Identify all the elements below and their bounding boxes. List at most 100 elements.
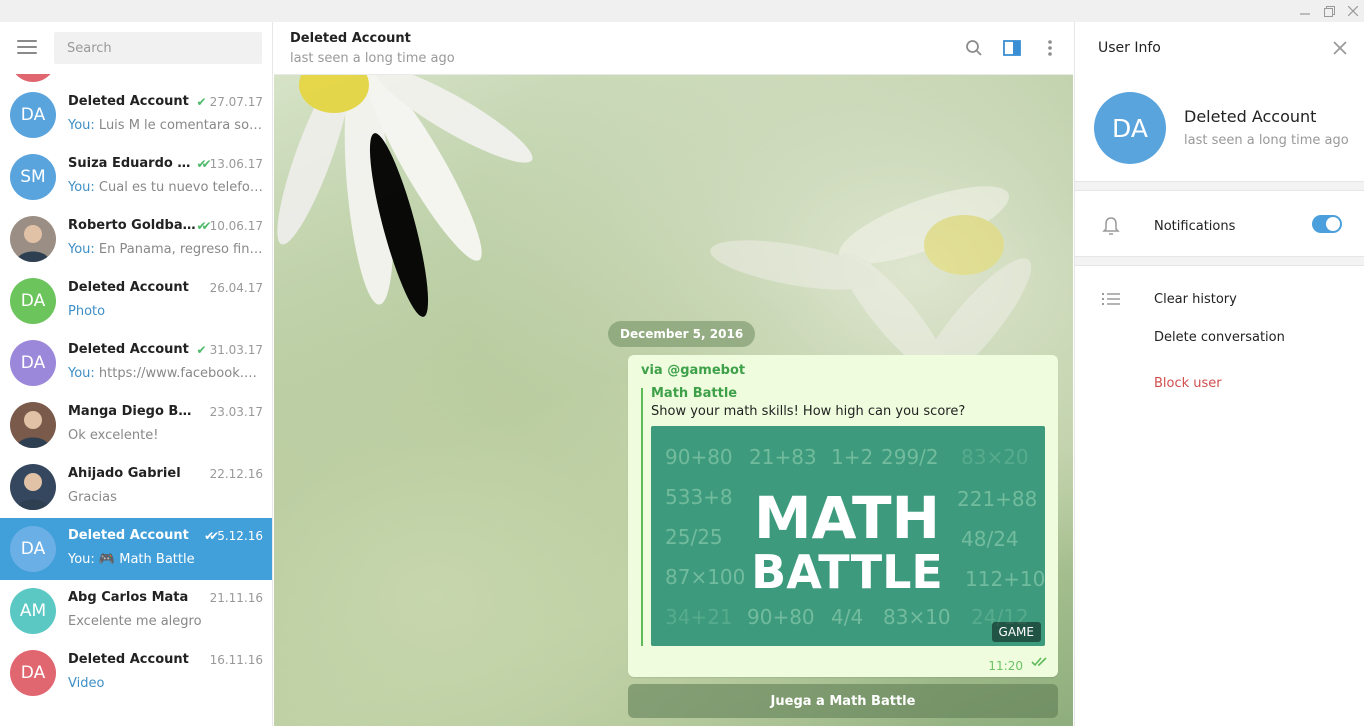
search-icon[interactable] xyxy=(962,36,986,60)
chat-preview: Gracias xyxy=(68,490,264,505)
block-user-button[interactable]: Block user xyxy=(1154,376,1222,391)
svg-text:MATH: MATH xyxy=(754,484,940,552)
double-check-icon xyxy=(1031,656,1049,671)
double-check-icon: ✔✔ xyxy=(204,529,219,543)
chat-date-text: 5.12.16 xyxy=(217,529,263,543)
chat-preview: Video xyxy=(68,676,264,691)
game-preview-image[interactable]: 90+80 21+83 1+2 299/2 83×20 533+8 221+88 25/2… xyxy=(651,426,1045,646)
close-icon[interactable] xyxy=(1340,0,1364,22)
notifications-toggle[interactable] xyxy=(1312,215,1342,233)
panel-title: User Info xyxy=(1098,40,1161,56)
chat-list-item[interactable]: DA Deleted Account ✔ 31.03.17 You: https://w… xyxy=(0,332,272,394)
check-icon: ✔ xyxy=(196,343,207,357)
avatar: DA xyxy=(10,92,56,138)
chat-preview-text: Luis M le comentara sobre... xyxy=(94,118,264,133)
section-divider xyxy=(1075,256,1364,266)
chat-name: Deleted Account xyxy=(68,280,189,295)
sidebar-toggle-icon[interactable] xyxy=(1000,36,1024,60)
chat-name: Abg Carlos Mata xyxy=(68,590,189,605)
chat-list-item[interactable]: Ahijado Gabriel 22.12.16 Gracias xyxy=(0,456,272,518)
chat-header: Deleted Account last seen a long time ag… xyxy=(274,22,1073,75)
minimize-icon[interactable] xyxy=(1292,0,1318,22)
inline-play-game-button[interactable]: Juega a Math Battle xyxy=(628,684,1058,718)
chat-area: Deleted Account last seen a long time ag… xyxy=(274,22,1073,726)
chat-list-item[interactable]: SM Suiza Eduardo M... ✔✔ 13.06.17 You: Cual … xyxy=(0,146,272,208)
chat-preview: Photo xyxy=(68,304,264,319)
chat-date-text: 22.12.16 xyxy=(209,467,263,481)
chat-date: 23.03.17 xyxy=(210,405,263,419)
chat-date-text: 31.03.17 xyxy=(209,343,263,357)
avatar xyxy=(10,74,56,82)
via-bot-label[interactable]: via @gamebot xyxy=(641,363,745,378)
notifications-label[interactable]: Notifications xyxy=(1154,219,1235,234)
svg-text:BATTLE: BATTLE xyxy=(751,545,943,599)
chat-list-item[interactable]: DA Deleted Account ✔ 27.07.17 You: Luis M le… xyxy=(0,84,272,146)
chat-list-item[interactable]: DA Deleted Account 16.11.16 Video xyxy=(0,642,272,704)
chat-wallpaper: December 5, 2016 via @gamebot Math Battl… xyxy=(274,75,1073,726)
chat-list-item[interactable]: DA Deleted Account 26.04.17 Photo xyxy=(0,270,272,332)
chat-sidebar: DADeleted Account✔27.07.17You: Luis M le… xyxy=(0,22,273,726)
avatar: DA xyxy=(10,526,56,572)
profile-avatar[interactable]: DA xyxy=(1094,92,1166,164)
chat-preview: Ok excelente! xyxy=(68,428,264,443)
chat-preview-text: Ok excelente! xyxy=(68,428,159,443)
chat-list-item[interactable]: Roberto Goldbau... ✔✔ 10.06.17 You: En Pana… xyxy=(0,208,272,270)
chat-list-item-partial[interactable] xyxy=(0,74,272,84)
section-divider xyxy=(1075,181,1364,191)
chat-date-text: 16.11.16 xyxy=(209,653,263,667)
chat-date-text: 26.04.17 xyxy=(209,281,263,295)
chat-preview: Excelente me alegro xyxy=(68,614,264,629)
chat-date-text: 13.06.17 xyxy=(209,157,263,171)
search-input[interactable] xyxy=(54,32,262,64)
chat-preview: You: Cual es tu nuevo telefono. xyxy=(68,180,264,195)
chat-preview-text: En Panama, regreso finale... xyxy=(94,242,264,257)
avatar: AM xyxy=(10,588,56,634)
chat-preview-text: https://www.facebook.co... xyxy=(94,366,264,381)
game-description: Show your math skills! How high can you … xyxy=(651,404,966,419)
chat-date: ✔ 27.07.17 xyxy=(197,95,264,109)
chat-date: 22.12.16 xyxy=(210,467,263,481)
peer-status: last seen a long time ago xyxy=(290,51,455,66)
chat-preview-text: Cual es tu nuevo telefono. xyxy=(94,180,264,195)
game-badge: GAME xyxy=(991,622,1041,642)
bell-icon xyxy=(1100,215,1122,237)
chat-preview-text: Photo xyxy=(68,304,106,319)
close-panel-icon[interactable] xyxy=(1329,37,1351,59)
chat-date: 26.04.17 xyxy=(210,281,263,295)
window-titlebar xyxy=(0,0,1364,22)
restore-icon[interactable] xyxy=(1316,0,1342,22)
chat-preview-text: Video xyxy=(68,676,105,691)
list-icon xyxy=(1100,288,1122,310)
chat-date-text: 27.07.17 xyxy=(209,95,263,109)
peer-name[interactable]: Deleted Account xyxy=(290,31,411,46)
avatar-photo xyxy=(10,464,56,510)
double-check-icon: ✔✔ xyxy=(196,219,211,233)
delete-conversation-button[interactable]: Delete conversation xyxy=(1154,330,1285,345)
chat-preview: You: Luis M le comentara sobre... xyxy=(68,118,264,133)
chat-date: ✔ 31.03.17 xyxy=(197,343,264,357)
chat-list-item[interactable]: Manga Diego Barreiro 23.03.17 Ok excelente… xyxy=(0,394,272,456)
game-message-bubble[interactable]: via @gamebot Math Battle Show your math … xyxy=(628,355,1058,677)
chat-name: Suiza Eduardo M... xyxy=(68,156,196,171)
chat-date-text: 10.06.17 xyxy=(209,219,263,233)
chat-preview: You: 🎮 Math Battle xyxy=(68,552,264,567)
more-options-icon[interactable] xyxy=(1038,36,1062,60)
chat-list-item[interactable]: DA Deleted Account ✔✔ 5.12.16 You: 🎮 Math Ba… xyxy=(0,518,272,580)
you-prefix: You: xyxy=(68,180,95,195)
hamburger-menu-icon[interactable] xyxy=(17,40,37,54)
math-battle-logo: MATH BATTLE xyxy=(751,484,943,599)
chat-name: Manga Diego Barreiro xyxy=(68,404,196,419)
user-info-panel: User Info DA Deleted Account last seen a… xyxy=(1074,22,1364,726)
chat-date-text: 21.11.16 xyxy=(209,591,263,605)
you-prefix: You: xyxy=(68,366,95,381)
chat-date: ✔✔ 10.06.17 xyxy=(196,219,263,233)
clear-history-button[interactable]: Clear history xyxy=(1154,292,1237,307)
you-prefix: You: xyxy=(68,118,95,133)
chat-list: DA Deleted Account ✔ 27.07.17 You: Luis M le… xyxy=(0,74,272,704)
chat-preview: You: En Panama, regreso finale... xyxy=(68,242,264,257)
chat-list-item[interactable]: AM Abg Carlos Mata 21.11.16 Excelente me al… xyxy=(0,580,272,642)
you-prefix: You: xyxy=(68,552,95,567)
chat-preview-text: Gracias xyxy=(68,490,117,505)
check-icon: ✔ xyxy=(196,95,207,109)
chat-name: Deleted Account xyxy=(68,528,189,543)
